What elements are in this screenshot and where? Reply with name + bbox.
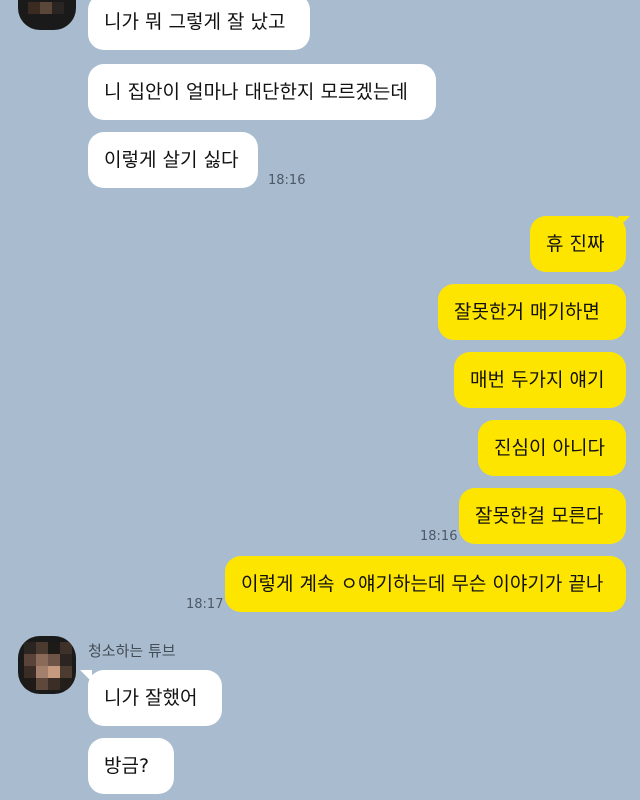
peer-avatar-top[interactable] [18, 0, 76, 30]
message-bubble-incoming[interactable]: 니가 잘했어 [88, 670, 222, 726]
message-text: 니가 뭐 그렇게 잘 났고 [104, 11, 286, 33]
bubble-tail [618, 216, 630, 228]
message-bubble-incoming[interactable]: 이렇게 살기 싫다 [88, 132, 258, 188]
peer-name: 청소하는 튜브 [88, 642, 176, 660]
message-text: 매번 두가지 얘기 [470, 369, 605, 391]
message-bubble-outgoing[interactable]: 잘못한거 매기하면 [438, 284, 626, 340]
message-text: 잘못한거 매기하면 [454, 301, 600, 323]
peer-avatar[interactable] [18, 636, 76, 694]
message-text: 진심이 아니다 [494, 437, 605, 459]
message-text: 니 집안이 얼마나 대단한지 모르겠는데 [104, 81, 408, 103]
message-text: 잘못한걸 모른다 [475, 505, 604, 527]
message-text: 니가 잘했어 [104, 687, 198, 709]
message-bubble-outgoing[interactable]: 진심이 아니다 [478, 420, 626, 476]
message-timestamp: 18:16 [420, 529, 458, 544]
message-bubble-outgoing[interactable]: 잘못한걸 모른다 [459, 488, 626, 544]
message-timestamp: 18:16 [268, 173, 306, 188]
message-bubble-incoming[interactable]: 방금? [88, 738, 174, 794]
message-bubble-outgoing[interactable]: 이렇게 계속 ㅇ얘기하는데 무슨 이야기가 끝나 [225, 556, 626, 612]
message-text: 방금? [104, 755, 150, 777]
message-text: 이렇게 계속 ㅇ얘기하는데 무슨 이야기가 끝나 [241, 573, 604, 595]
message-bubble-incoming[interactable]: 니가 뭐 그렇게 잘 났고 [88, 0, 310, 50]
message-bubble-outgoing[interactable]: 매번 두가지 얘기 [454, 352, 626, 408]
message-text: 휴 진짜 [546, 233, 605, 255]
bubble-tail [80, 670, 92, 682]
message-bubble-outgoing[interactable]: 휴 진짜 [530, 216, 626, 272]
message-timestamp: 18:17 [186, 597, 224, 612]
message-text: 이렇게 살기 싫다 [104, 149, 239, 171]
message-bubble-incoming[interactable]: 니 집안이 얼마나 대단한지 모르겠는데 [88, 64, 436, 120]
